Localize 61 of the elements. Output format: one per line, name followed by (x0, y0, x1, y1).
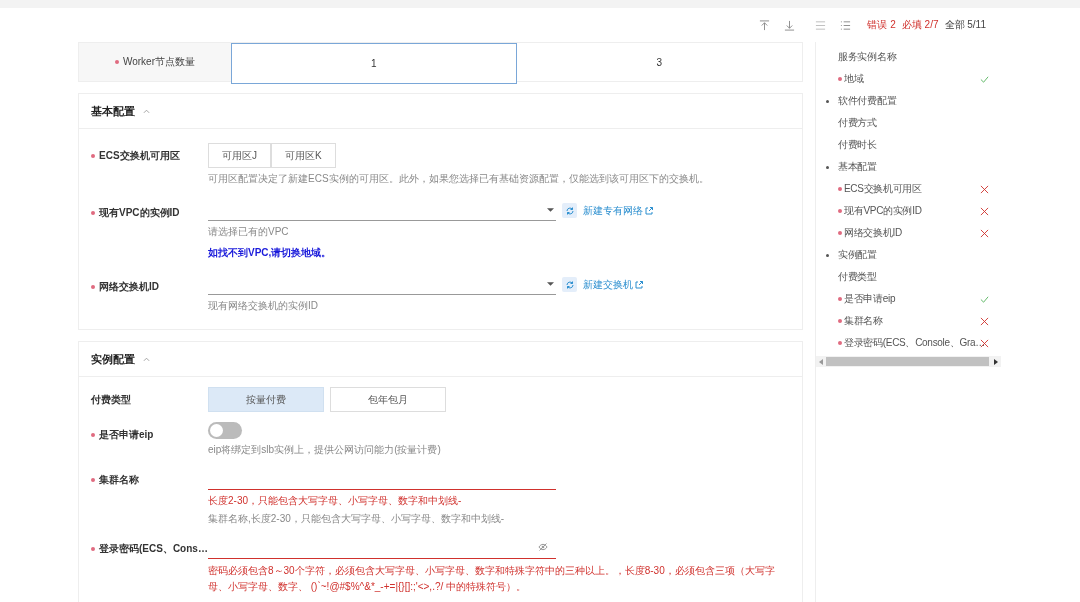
option-button[interactable]: 可用区J (208, 143, 271, 168)
option-button[interactable]: 可用区K (271, 143, 336, 168)
nav-item[interactable]: 登录密码(ECS、Console、Gra… (816, 332, 1001, 354)
nav-group[interactable]: 实例配置 (816, 244, 1001, 266)
right-arrow-icon[interactable] (993, 358, 999, 365)
field-label: Worker节点数量 (122, 55, 195, 69)
nav-item[interactable]: 地域 (816, 68, 1001, 90)
section-title: 实例配置 (91, 351, 135, 367)
external-link-icon (635, 280, 643, 289)
error-message: 密码必须包含8～30个字符，必须包含大写字母、小写字母、数字和特殊字符中的三种以上。，长度8-30，必须包含三项（大写字母、小写字母、数字、 ()`~!@#$%^&*_-+=|{}[]:;'<>,.?/ 中的特殊符号）。 (208, 564, 776, 594)
nav-item[interactable]: 付费类型 (816, 266, 1001, 288)
list-icon[interactable] (840, 19, 852, 31)
field-label: 集群名称 (99, 472, 139, 487)
refresh-button[interactable] (562, 203, 577, 218)
help-text: 请选择已有的VPC (208, 225, 289, 239)
nav-item[interactable]: 服务实例名称 (816, 46, 1001, 68)
help-text: 可用区配置决定了新建ECS实例的可用区。此外，如果您选择已有基础资源配置，仅能选到该可用区下的交换机。 (208, 172, 709, 186)
field-label: 登录密码(ECS、Cons… (99, 541, 208, 556)
caret-icon (547, 208, 554, 212)
create-link[interactable]: 新建交换机 (583, 277, 643, 292)
count-label[interactable]: 全部 5/11 (944, 18, 986, 32)
field-label: 网络交换机ID (99, 279, 159, 294)
nav-item[interactable]: ECS交换机可用区 (816, 178, 1001, 200)
left-arrow-icon[interactable] (818, 358, 824, 365)
section-title: 基本配置 (91, 103, 135, 119)
count-label[interactable]: 错误 2 (867, 18, 896, 32)
option-button[interactable]: 按量付费 (208, 387, 324, 412)
eye-slash-icon[interactable] (538, 543, 548, 551)
help-text: eip将绑定到slb实例上，提供公网访问能力(按量计费) (208, 443, 441, 457)
error-message: 长度2-30，只能包含大写字母、小写字母、数字和中划线- (208, 494, 462, 508)
arrow-up-icon[interactable] (759, 19, 771, 31)
nav-group[interactable]: 基本配置 (816, 156, 1001, 178)
nav-item[interactable]: 集群名称 (816, 310, 1001, 332)
refresh-icon (564, 279, 575, 290)
nav-group[interactable]: 软件付费配置 (816, 90, 1001, 112)
field-label: 付费类型 (91, 392, 132, 406)
toggle-switch[interactable] (208, 422, 242, 439)
field-label: ECS交换机可用区 (99, 148, 180, 163)
count-label[interactable]: 必填 2/7 (901, 18, 939, 32)
external-link-icon (645, 206, 653, 215)
download-icon[interactable] (784, 19, 796, 31)
nav-item[interactable]: 是否申请eip (816, 288, 1001, 310)
caret-icon (547, 282, 554, 286)
nav-item[interactable]: 现有VPC的实例ID (816, 200, 1001, 222)
option-cell[interactable]: 1 (231, 43, 517, 84)
nav-item[interactable]: 付费时长 (816, 134, 1001, 156)
create-link[interactable]: 新建专有网络 (583, 203, 653, 218)
chevron-icon[interactable] (143, 108, 150, 114)
field-label: 是否申请eip (99, 427, 154, 442)
nav-item[interactable]: 网络交换机ID (816, 222, 1001, 244)
help-text: 现有网络交换机的实例ID (208, 299, 318, 313)
option-button[interactable]: 包年包月 (330, 387, 446, 412)
list-icon[interactable] (815, 19, 827, 31)
nav-item[interactable]: 付费方式 (816, 112, 1001, 134)
chevron-icon[interactable] (143, 356, 150, 362)
refresh-icon (564, 205, 575, 216)
field-label: 现有VPC的实例ID (99, 205, 180, 220)
help-text: 集群名称,长度2-30，只能包含大写字母、小写字母、数字和中划线- (208, 512, 505, 526)
refresh-button[interactable] (562, 277, 577, 292)
horizontal-scrollbar[interactable] (816, 356, 1001, 367)
notice-text: 如找不到VPC,请切换地域。 (208, 246, 332, 260)
